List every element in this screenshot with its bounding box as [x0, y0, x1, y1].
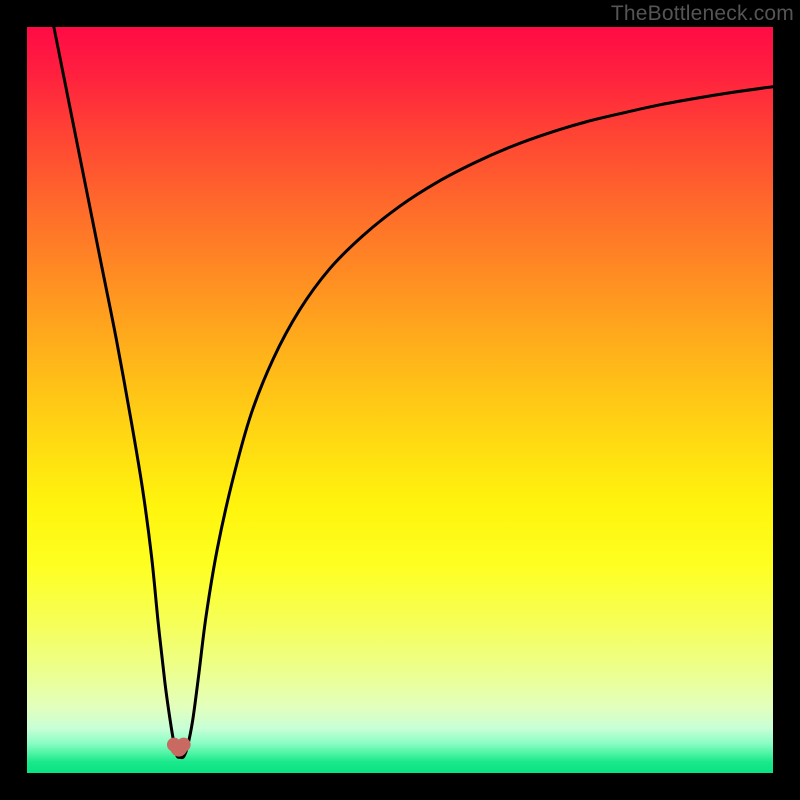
- bottleneck-curve: [0, 0, 800, 800]
- chart-frame: TheBottleneck.com: [0, 0, 800, 800]
- min-marker-dot: [177, 738, 191, 752]
- curve-path: [54, 27, 773, 758]
